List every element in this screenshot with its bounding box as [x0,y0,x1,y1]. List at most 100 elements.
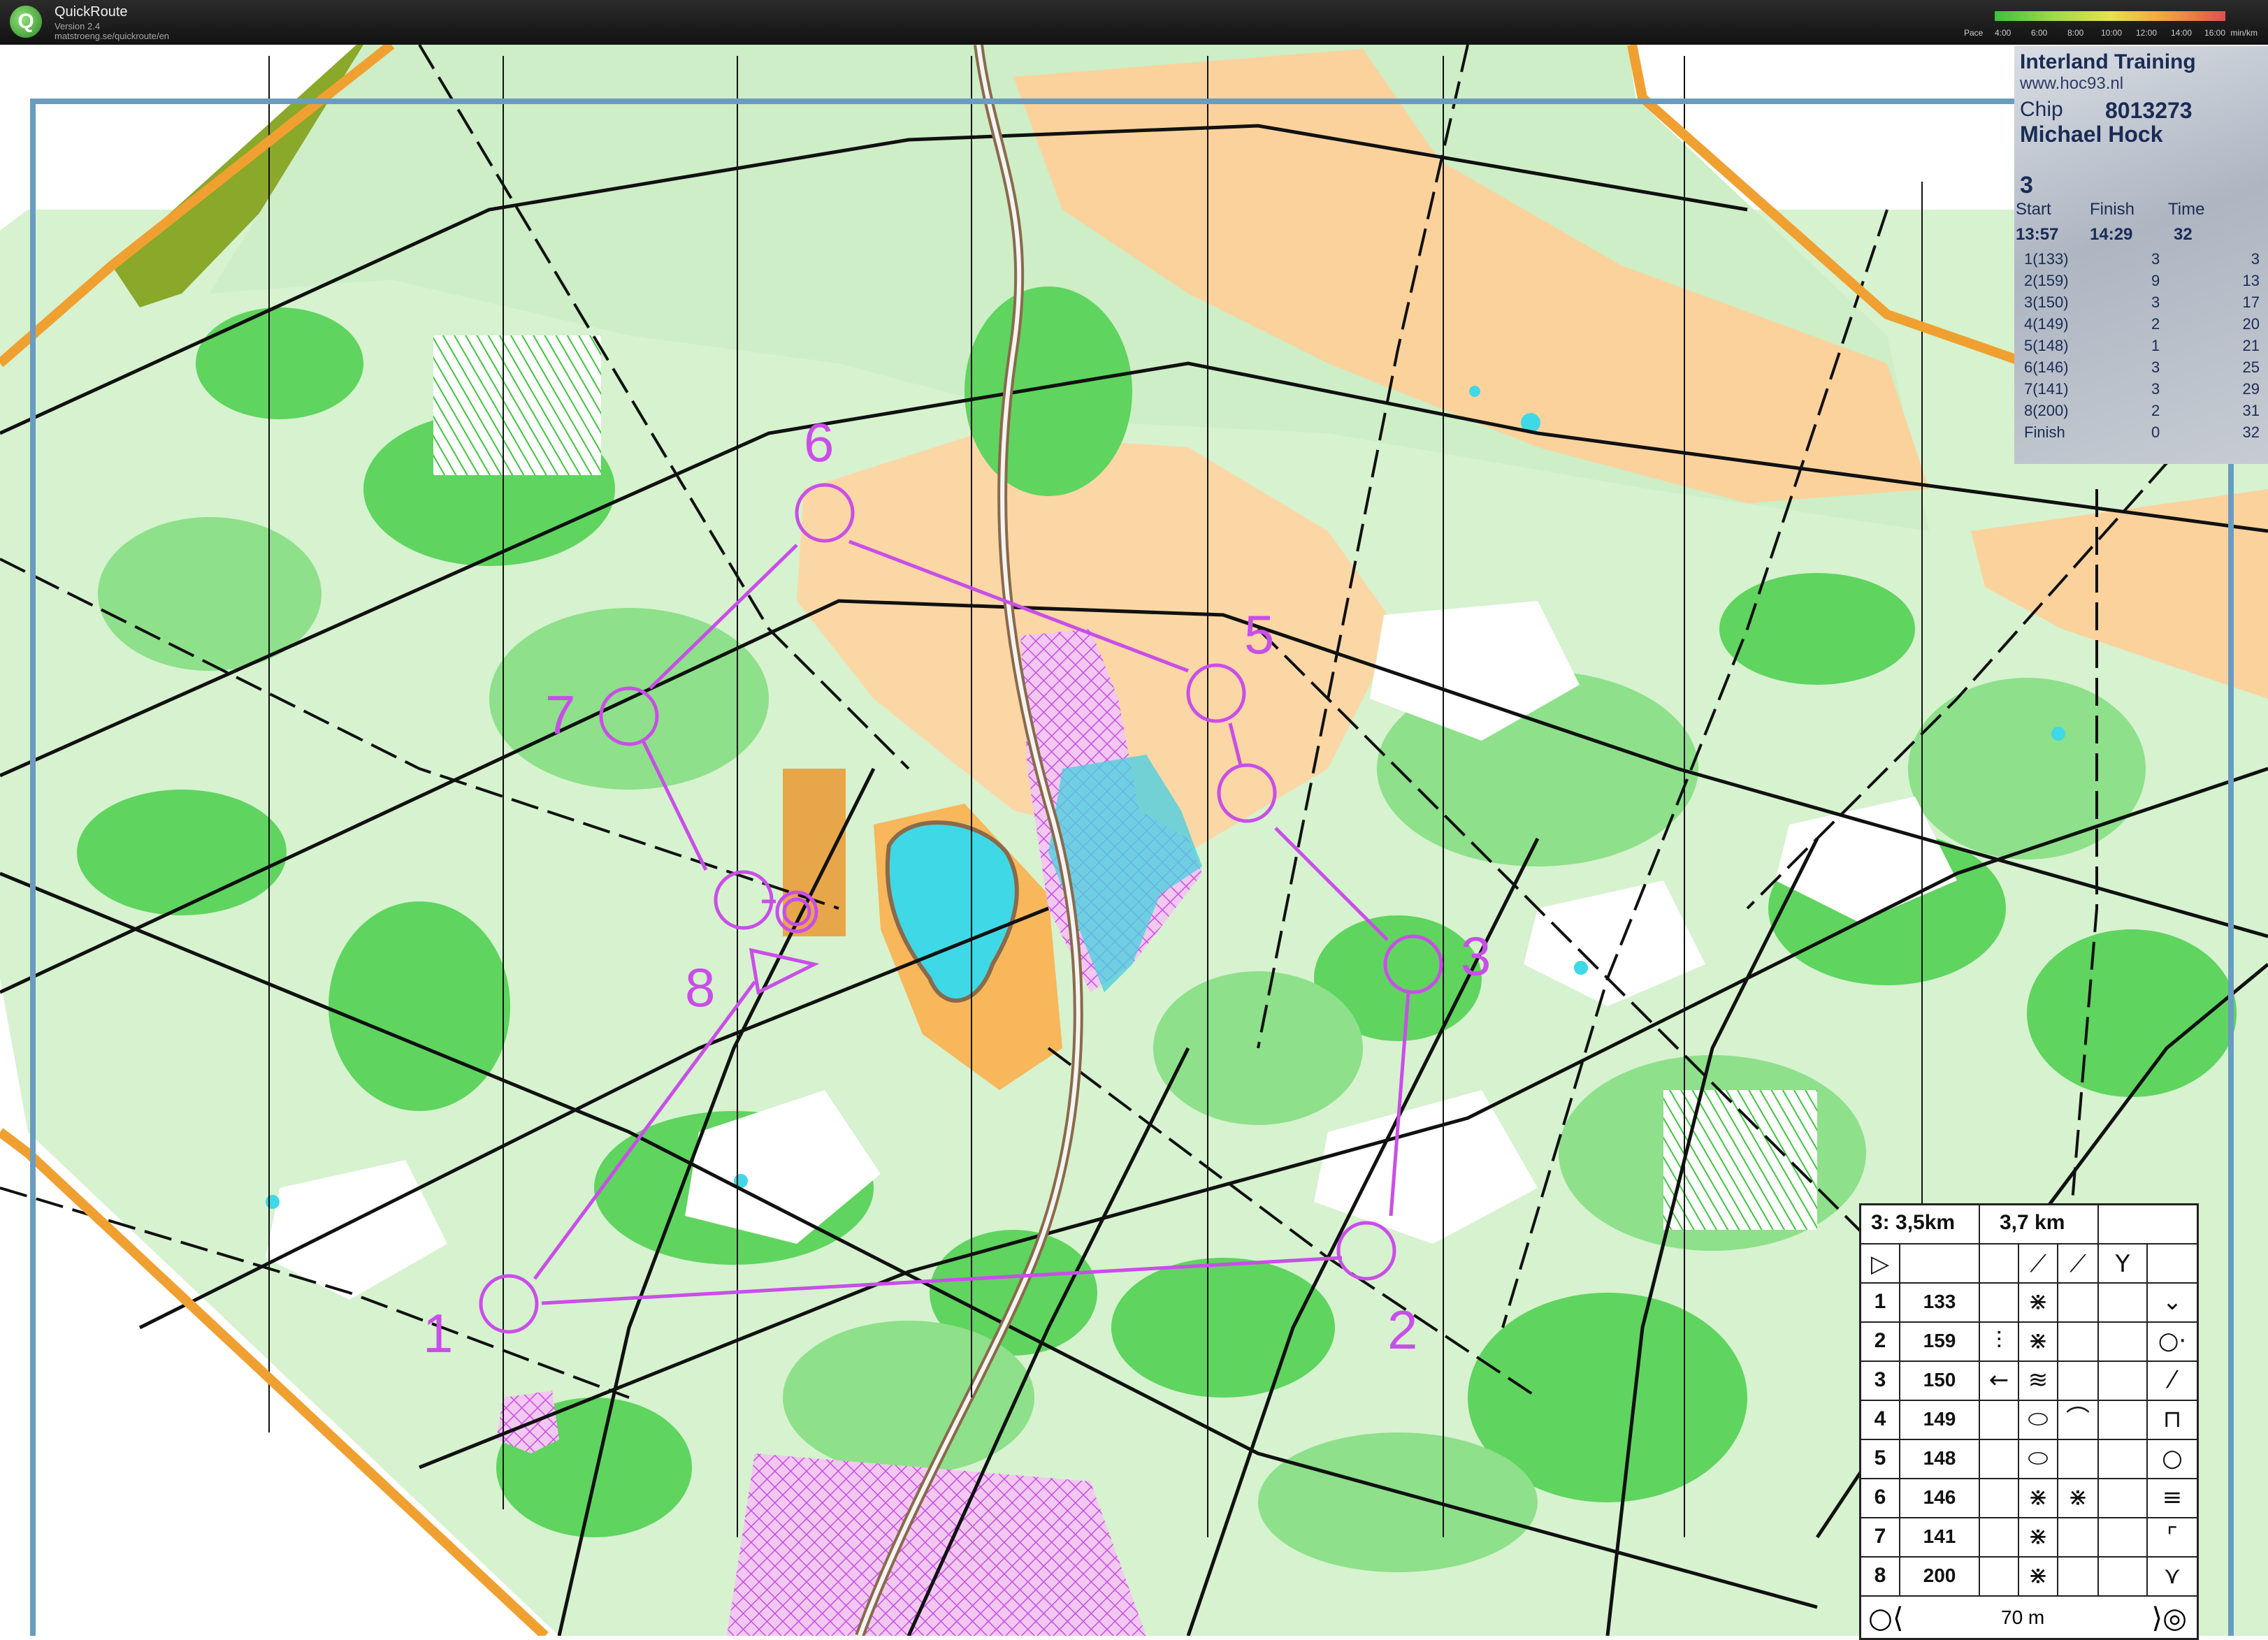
pace-tick: 4:00 [1995,28,2011,38]
desc-control-number: 8 [1861,1558,1900,1597]
desc-control-code: 149 [1900,1401,1980,1440]
pace-color-bar [1995,11,2225,21]
desc-symbol-feature: ≋ [2019,1362,2058,1401]
split-control: Finish [2024,423,2065,441]
app-url: matstroeng.se/quickroute/en [55,31,170,41]
desc-symbol-feature: ⋇ [2019,1479,2058,1518]
split-row: 7(141) 3 29 [2014,380,2268,401]
pace-label: Pace [1964,28,1984,38]
card-finish-label: Finish [2090,200,2135,219]
desc-symbol-which [1980,1558,2019,1597]
card-chip-label: Chip [2020,98,2063,121]
desc-symbol-appearance [2058,1284,2099,1323]
desc-symbol-which: ← [1980,1362,2019,1401]
control-label-2: 2 [1387,1299,1417,1360]
split-control: 5(148) [2024,337,2069,354]
split-control: 4(149) [2024,315,2069,333]
desc-control-number: 5 [1861,1440,1900,1479]
split-cum: 3 [2251,250,2260,268]
card-title: Interland Training [2020,50,2196,73]
split-leg: 9 [2151,272,2160,289]
desc-symbol-dimension [2099,1518,2148,1558]
desc-symbol-which [1980,1440,2019,1479]
split-leg: 1 [2151,337,2160,354]
split-leg: 3 [2151,250,2160,268]
path-crossing-icon: ⟋ [2058,1244,2099,1284]
desc-control-code: 200 [1900,1558,1980,1597]
path-crossing-icon: ⟋ [2019,1244,2058,1284]
desc-length: 3,7 km [1980,1205,2099,1244]
split-control: 3(150) [2024,293,2069,311]
app-name: QuickRoute [55,4,128,20]
punch-card-photo: Interland Training www.hoc93.nl Chip 801… [2014,46,2268,464]
path-junction-icon: Y [2099,1244,2148,1284]
split-leg: 3 [2151,358,2160,376]
desc-symbol-appearance [2058,1323,2099,1362]
control-label-1: 1 [423,1302,453,1364]
plantation-strips [783,769,846,936]
pace-legend: Pace 4:00 6:00 8:00 10:00 12:00 14:00 16… [1964,8,2258,41]
desc-symbol-dimension [2099,1284,2148,1323]
desc-control-number: 4 [1861,1401,1900,1440]
desc-symbol-dimension [2099,1440,2148,1479]
desc-symbol-which: ⫶ [1980,1323,2019,1362]
split-row: Finish 0 32 [2014,423,2268,444]
split-cum: 20 [2242,315,2260,333]
control-label-6: 6 [804,412,834,473]
desc-symbol-dimension [2099,1323,2148,1362]
desc-control-code: 146 [1900,1479,1980,1518]
desc-symbol-which [1980,1284,2019,1323]
split-leg: 3 [2151,293,2160,311]
desc-symbol-appearance: ⋇ [2058,1479,2099,1518]
desc-symbol-feature: ⬭ [2019,1401,2058,1440]
desc-control-code: 141 [1900,1518,1980,1558]
split-row: 1(133) 3 3 [2014,250,2268,271]
card-start-value: 13:57 [2016,225,2059,244]
desc-symbol-which [1980,1401,2019,1440]
desc-start-symbol: ▷ [1861,1244,1900,1284]
desc-symbol-location: ⋎ [2148,1558,2197,1597]
control-label-3: 3 [1461,925,1491,987]
split-row: 2(159) 9 13 [2014,272,2268,293]
desc-symbol-appearance [2058,1518,2099,1558]
desc-symbol-dimension [2099,1479,2148,1518]
desc-symbol-location: ○ [2148,1440,2197,1479]
desc-scale-row: ○⟨ 70 m ⟩◎ [1861,1598,2197,1638]
desc-symbol-feature: ⬭ [2019,1440,2058,1479]
desc-symbol-location: ⁄ [2148,1362,2197,1401]
pace-tick: 8:00 [2067,28,2084,38]
split-row: 3(150) 3 17 [2014,293,2268,314]
card-finish-value: 14:29 [2090,225,2133,244]
desc-symbol-dimension [2099,1401,2148,1440]
desc-symbol-location: ○· [2148,1323,2197,1362]
desc-start-cell [2148,1244,2197,1284]
card-chip-number: 8013273 [2105,98,2193,123]
card-time-value: 32 [2174,225,2193,244]
card-time-label: Time [2168,200,2205,219]
split-control: 6(146) [2024,358,2069,376]
desc-symbol-which [1980,1479,2019,1518]
split-cum: 21 [2242,337,2260,354]
desc-symbol-feature: ⋇ [2019,1518,2058,1558]
desc-scale-label: 70 m [2001,1606,2045,1628]
pace-tick: 16:00 [2204,28,2226,38]
desc-control-code: 133 [1900,1284,1980,1323]
desc-start-cell [1980,1244,2019,1284]
finish-marker-icon: ○⟨ [1868,1602,1904,1634]
desc-symbol-appearance [2058,1440,2099,1479]
desc-empty [2099,1205,2197,1244]
finish-circle-icon: ⟩◎ [2151,1602,2187,1634]
split-control: 1(133) [2024,250,2069,268]
control-label-7: 7 [545,684,575,746]
desc-symbol-appearance [2058,1362,2099,1401]
control-label-8: 8 [685,957,715,1018]
split-control: 2(159) [2024,272,2069,289]
desc-symbol-appearance [2058,1558,2099,1597]
desc-course: 3: 3,5km [1861,1205,1980,1244]
pace-tick: 10:00 [2101,28,2123,38]
split-cum: 29 [2242,380,2260,398]
split-cum: 25 [2242,358,2260,376]
pace-tick: 12:00 [2136,28,2158,38]
pace-tick: 6:00 [2031,28,2048,38]
split-cum: 31 [2242,402,2260,419]
